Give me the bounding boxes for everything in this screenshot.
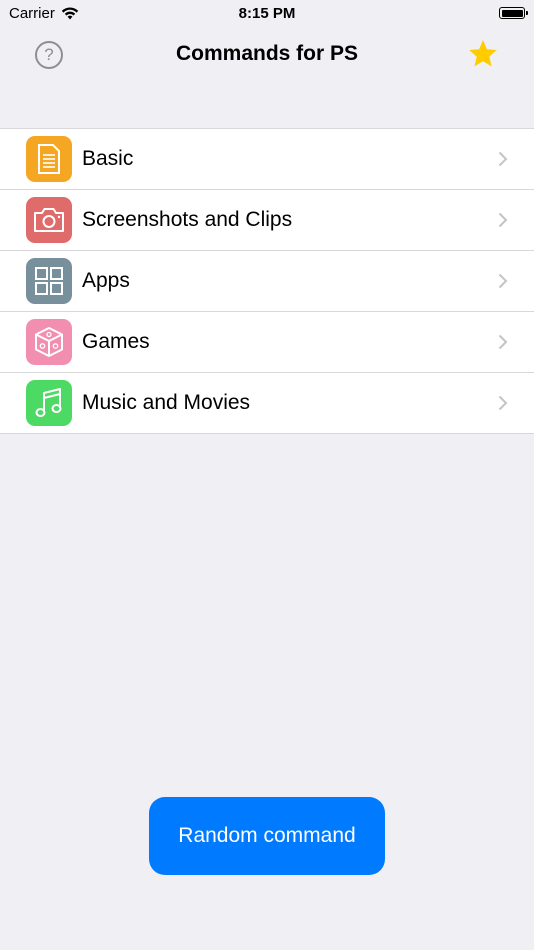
category-row-music[interactable]: Music and Movies bbox=[0, 373, 534, 433]
random-command-button[interactable]: Random command bbox=[149, 797, 385, 875]
category-label: Apps bbox=[82, 269, 130, 292]
favorites-star-icon[interactable] bbox=[467, 38, 499, 70]
grid-icon bbox=[26, 258, 72, 304]
chevron-right-icon bbox=[498, 273, 508, 289]
category-row-basic[interactable]: Basic bbox=[0, 129, 534, 190]
camera-icon bbox=[26, 197, 72, 243]
navigation-bar: ? Commands for PS bbox=[0, 28, 534, 82]
page-title: Commands for PS bbox=[175, 42, 359, 65]
category-row-apps[interactable]: Apps bbox=[0, 251, 534, 312]
chevron-right-icon bbox=[498, 334, 508, 350]
status-time: 8:15 PM bbox=[238, 5, 296, 22]
status-bar: Carrier 8:15 PM bbox=[0, 0, 534, 28]
music-note-icon bbox=[26, 380, 72, 426]
chevron-right-icon bbox=[498, 395, 508, 411]
category-row-screenshots[interactable]: Screenshots and Clips bbox=[0, 190, 534, 251]
category-list: Basic Screenshots and Clips Apps Games M… bbox=[0, 128, 534, 434]
dice-icon bbox=[26, 319, 72, 365]
chevron-right-icon bbox=[498, 151, 508, 167]
category-row-games[interactable]: Games bbox=[0, 312, 534, 373]
battery-icon bbox=[499, 7, 528, 19]
document-icon bbox=[26, 136, 72, 182]
category-label: Games bbox=[82, 330, 150, 353]
category-label: Music and Movies bbox=[82, 391, 251, 414]
category-label: Screenshots and Clips bbox=[82, 208, 293, 231]
chevron-right-icon bbox=[498, 212, 508, 228]
category-label: Basic bbox=[82, 147, 134, 170]
